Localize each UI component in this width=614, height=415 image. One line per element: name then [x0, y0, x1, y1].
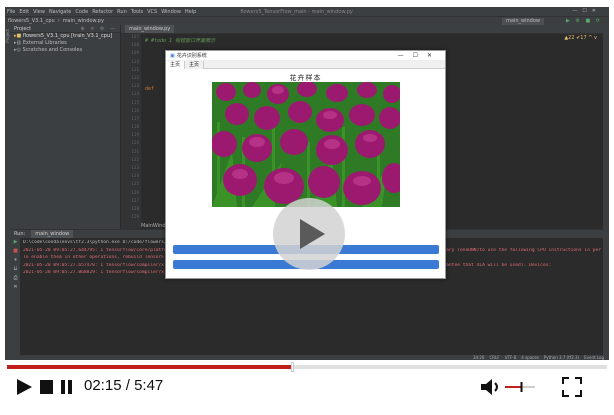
volume-slider[interactable]: [505, 377, 535, 397]
menu-item[interactable]: Navigate: [49, 9, 71, 15]
scroll-end-icon[interactable]: ⇊: [11, 265, 20, 274]
play-icon[interactable]: [14, 377, 34, 397]
menu-item[interactable]: Window: [161, 9, 181, 15]
line-number: 126: [131, 189, 139, 195]
line-number: 116: [131, 107, 139, 113]
menu-item[interactable]: View: [33, 9, 45, 15]
breadcrumb-project[interactable]: flowers5_V3.1_cpu: [8, 18, 55, 24]
editor-tabs: main_window.py: [121, 25, 603, 34]
menu-item[interactable]: Edit: [19, 9, 29, 15]
line-number: 109: [131, 50, 139, 56]
pause-icon[interactable]: [60, 377, 74, 397]
time-display: 02:15 / 5:47: [84, 377, 163, 394]
editor-tab-main-window[interactable]: main_window.py: [125, 25, 175, 33]
inspection-widget[interactable]: ▲22 ✔17 ^ v: [564, 35, 597, 41]
app-tab-bar: 主页 主页: [166, 60, 445, 69]
window-title: flowers5_TensorFlow_main - main_window.p…: [240, 8, 353, 15]
menu-item[interactable]: Run: [117, 9, 127, 15]
line-number: 119: [131, 132, 139, 138]
project-tree-root[interactable]: ▸■ flowers5_V3.1_cpu [train_V3.1_cpu]: [11, 33, 120, 40]
line-number: 120: [131, 140, 139, 146]
line-number: 110: [131, 58, 139, 64]
line-number: 128: [131, 205, 139, 211]
line-number: 125: [131, 181, 139, 187]
line-number: 107: [131, 34, 139, 39]
window-controls[interactable]: —☐✕: [398, 52, 441, 59]
video-player-controls: 02:15 / 5:47: [0, 360, 614, 415]
play-icon: [300, 219, 325, 249]
scratch-icon: ▸◎: [14, 47, 21, 53]
project-tree-label: Scratches and Consoles: [22, 47, 83, 53]
run-tab-main-window[interactable]: main_window: [31, 230, 74, 238]
line-number: 127: [131, 197, 139, 203]
window-controls[interactable]: —☐✕: [572, 8, 601, 14]
run-toolbar-icons[interactable]: ▶ ⚙ ■ ⟳: [566, 18, 602, 24]
app-logo-icon: ▣: [170, 52, 175, 59]
delete-icon[interactable]: ✕: [11, 283, 20, 292]
time-separator: /: [121, 377, 135, 394]
app-tab-second[interactable]: 主页: [185, 60, 205, 69]
tulip-sample-image: [212, 82, 400, 207]
project-panel-header: Project ⊕ ≑ ⚙ —: [11, 25, 120, 33]
menu-item[interactable]: File: [7, 9, 15, 15]
right-tool-strip: [603, 25, 609, 355]
menu-item[interactable]: Refactor: [92, 9, 113, 15]
progress-bar[interactable]: [7, 362, 607, 372]
folder-icon: ▸■: [14, 33, 22, 39]
pause-icon[interactable]: ⏸: [11, 256, 20, 265]
video-frame: File Edit View Navigate Code Refactor Run Tools…: [0, 0, 614, 415]
menu-item[interactable]: Help: [185, 9, 196, 15]
stop-icon[interactable]: ■: [11, 247, 20, 256]
menu-item[interactable]: VCS: [147, 9, 157, 15]
line-number: 129: [131, 214, 139, 220]
project-tree-label: External Libraries: [22, 40, 67, 46]
total-time: 5:47: [134, 377, 164, 394]
menu-item[interactable]: Tools: [131, 9, 143, 15]
project-panel-title[interactable]: Project: [14, 26, 31, 32]
project-tree-external-libs[interactable]: ▸▥ External Libraries: [11, 40, 120, 47]
run-panel-label: Run:: [14, 231, 26, 237]
print-icon[interactable]: ⎙: [11, 274, 20, 283]
breadcrumb-separator: ›: [57, 18, 60, 24]
run-side-toolbar: ▶ ■ ⏸ ⇊ ⎙ ✕: [11, 238, 20, 356]
line-number: 115: [131, 99, 139, 105]
run-config-selector[interactable]: main_window: [502, 18, 544, 25]
library-icon: ▸▥: [14, 40, 22, 46]
line-number: 111: [131, 66, 139, 72]
code-line[interactable]: # #todo 1 按钮窗口界面展示: [145, 37, 215, 45]
breadcrumb-file[interactable]: main_window.py: [63, 18, 104, 24]
line-number: 117: [131, 115, 139, 121]
line-numbers: 107 108 109 110 111 112 113 114 115 116 117 118 119 1…: [129, 34, 141, 229]
stop-icon[interactable]: [39, 377, 55, 397]
line-number: 108: [131, 42, 139, 48]
project-panel-tools-icon[interactable]: ⊕ ≑ ⚙ —: [80, 25, 117, 33]
project-panel: Project ⊕ ≑ ⚙ — ▸■ flowers5_V3.1_cpu [tr…: [11, 25, 121, 229]
line-number: 114: [131, 91, 139, 97]
project-strip-label[interactable]: Project: [5, 29, 10, 43]
project-tree-label: flowers5_V3.1_cpu [train_V3.1_cpu]: [22, 33, 113, 39]
fullscreen-icon[interactable]: [562, 377, 582, 397]
app-title: 花卉识别系统: [176, 53, 207, 59]
editor-gutter: [121, 34, 129, 229]
tulip-photo-graphic: [212, 82, 400, 207]
line-number: 112: [131, 74, 139, 80]
current-time: 02:15: [84, 377, 122, 394]
menu-bar: File Edit View Navigate Code Refactor Run Tools…: [5, 7, 609, 16]
line-number: 124: [131, 173, 139, 179]
menu-item[interactable]: Code: [75, 9, 88, 15]
line-number: 118: [131, 124, 139, 130]
progress-played: [7, 365, 292, 369]
progress-handle[interactable]: [291, 362, 294, 372]
app-titlebar: ▣ 花卉识别系统 —☐✕: [166, 51, 445, 61]
big-play-button[interactable]: [273, 198, 345, 270]
line-number: 113: [131, 83, 139, 89]
project-tree-scratches[interactable]: ▸◎ Scratches and Consoles: [11, 47, 120, 54]
rerun-icon[interactable]: ▶: [11, 238, 20, 247]
navigation-bar: flowers5_V3.1_cpu › main_window.py main_…: [5, 16, 609, 25]
line-number: 123: [131, 165, 139, 170]
line-number: 121: [131, 148, 139, 154]
app-tab-home[interactable]: 主页: [166, 60, 186, 69]
volume-icon[interactable]: [479, 377, 503, 397]
line-number: 122: [131, 156, 139, 162]
